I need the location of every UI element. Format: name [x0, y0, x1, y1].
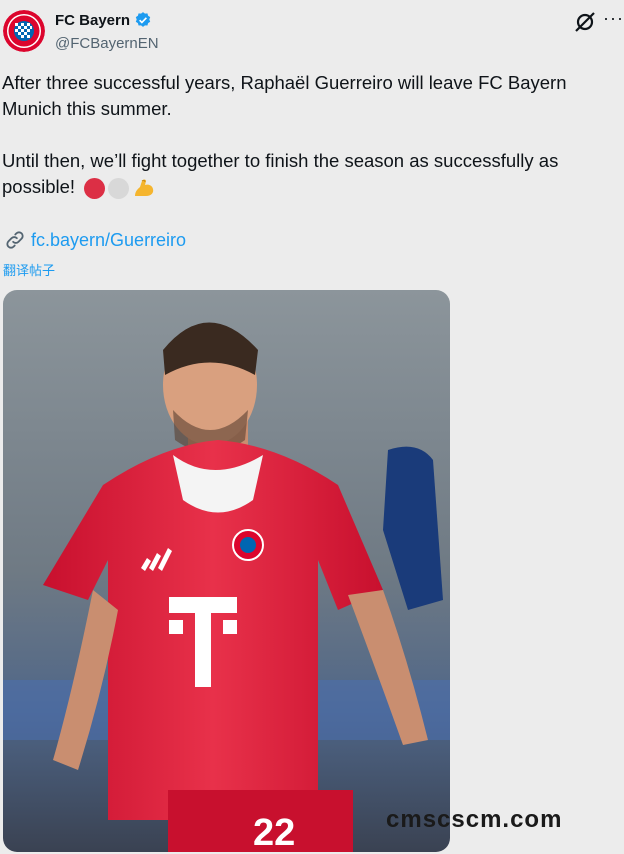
external-link[interactable]: fc.bayern/Guerreiro — [4, 229, 186, 251]
white-circle-emoji — [108, 177, 130, 199]
account-name[interactable]: FC Bayern — [55, 12, 130, 29]
emoji-group — [84, 176, 156, 200]
verified-badge-icon — [135, 12, 151, 27]
account-name-row[interactable]: FC Bayern — [55, 11, 152, 29]
link-icon — [6, 231, 24, 249]
red-circle-emoji — [84, 177, 106, 199]
player-photo-illustration: 22 — [3, 290, 450, 852]
watermark: cmscscm.com — [386, 806, 563, 833]
player-photo[interactable]: 22 — [3, 290, 450, 852]
tweet-paragraph-1: After three successful years, Raphaël Gu… — [2, 72, 567, 119]
jersey-number: 22 — [253, 812, 295, 852]
more-options-icon[interactable]: ··· — [603, 8, 624, 28]
grok-icon[interactable] — [573, 10, 597, 34]
flexed-biceps-emoji — [135, 179, 154, 197]
fc-bayern-crest-icon[interactable] — [3, 10, 45, 52]
translate-post-link[interactable]: 翻译帖子 — [3, 260, 55, 279]
account-handle[interactable]: @FCBayernEN — [55, 35, 159, 52]
link-text[interactable]: fc.bayern/Guerreiro — [31, 230, 186, 251]
tweet-container: FC Bayern @FCBayernEN ··· After three su… — [0, 0, 624, 854]
tweet-paragraph-2-wrapper: Until then, we’ll fight together to fini… — [2, 148, 612, 200]
